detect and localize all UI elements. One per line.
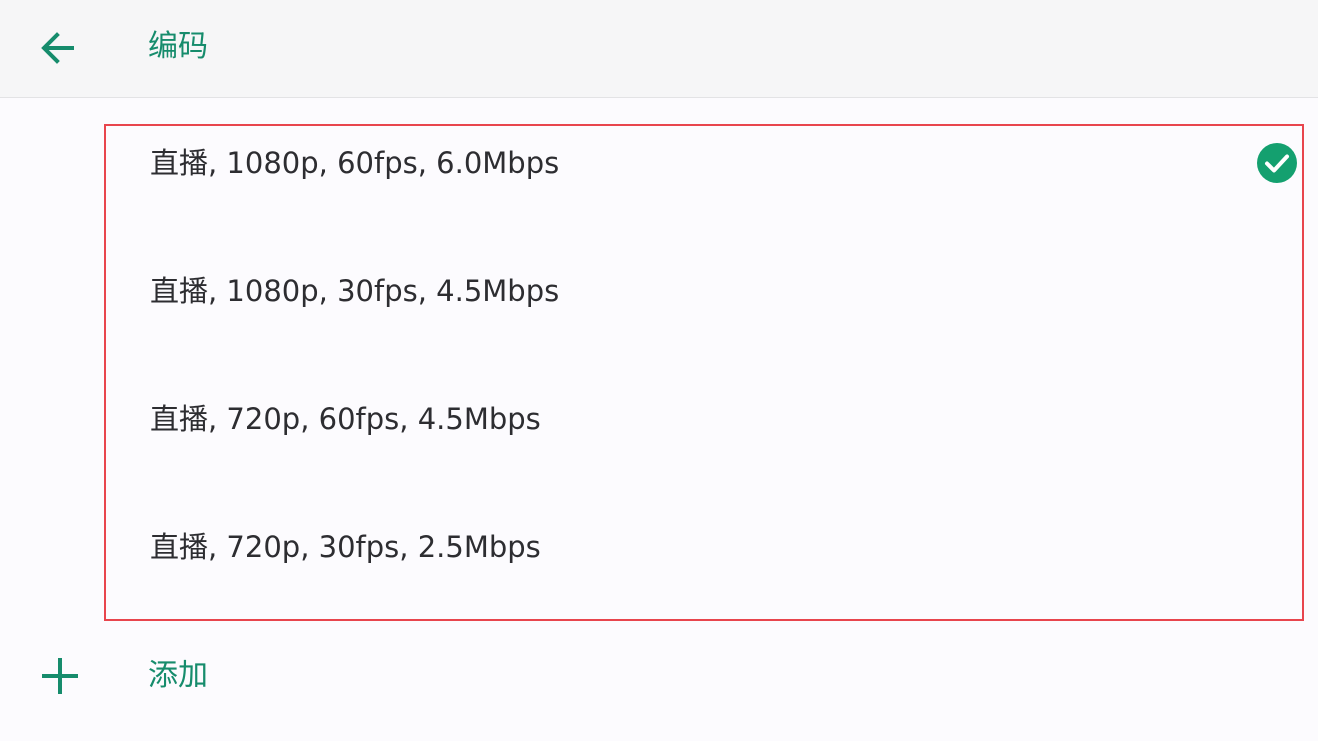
plus-icon	[42, 658, 78, 694]
check-circle-icon	[1257, 143, 1297, 183]
page-title: 编码	[148, 29, 208, 64]
encoding-item-label: 直播, 720p, 30fps, 2.5Mbps	[150, 530, 541, 564]
encoding-item[interactable]: 直播, 720p, 30fps, 2.5Mbps	[106, 510, 1302, 638]
back-button[interactable]	[26, 16, 90, 80]
app-bar: 编码	[0, 0, 1318, 98]
encoding-item[interactable]: 直播, 1080p, 30fps, 4.5Mbps	[106, 254, 1302, 382]
encoding-item[interactable]: 直播, 720p, 60fps, 4.5Mbps	[106, 382, 1302, 510]
add-label: 添加	[148, 658, 208, 693]
encoding-item[interactable]: 直播, 1080p, 60fps, 6.0Mbps	[106, 126, 1302, 254]
add-button[interactable]: 添加	[0, 630, 1318, 722]
arrow-left-icon	[41, 32, 74, 64]
encoding-list: 直播, 1080p, 60fps, 6.0Mbps 直播, 1080p, 30f…	[104, 124, 1304, 621]
encoding-item-label: 直播, 720p, 60fps, 4.5Mbps	[150, 402, 541, 436]
encoding-item-label: 直播, 1080p, 30fps, 4.5Mbps	[150, 274, 560, 308]
encoding-item-label: 直播, 1080p, 60fps, 6.0Mbps	[150, 146, 560, 180]
